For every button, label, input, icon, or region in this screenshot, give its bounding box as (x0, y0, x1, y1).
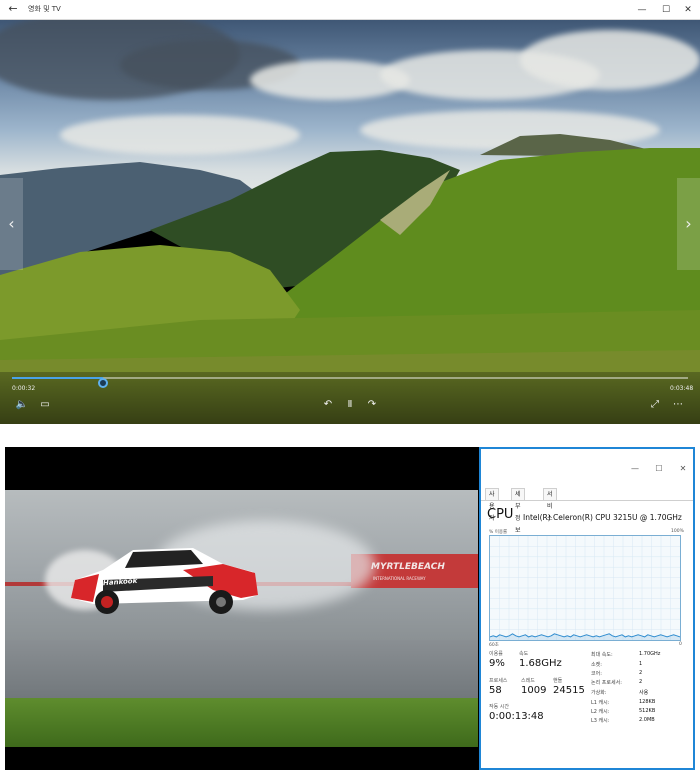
processes-value: 58 (489, 685, 502, 696)
graph-time-label: 60초 (489, 643, 499, 648)
maximize-button[interactable]: ☐ (654, 0, 678, 20)
front-rim (216, 597, 226, 607)
handles-value: 24515 (553, 685, 585, 696)
minimize-button[interactable]: — (627, 463, 643, 475)
processes-label: 프로세스 (489, 678, 508, 684)
spec-label: 논리 프로세서: (591, 680, 622, 686)
video-frame-mountains[interactable]: ‹ › 0:00:32 0:03:48 🔈 ▭ ↶ Ⅱ ↷ ⤢ ⋯ (0, 20, 700, 424)
current-time: 0:00:32 (12, 385, 36, 392)
back-arrow-icon[interactable]: ← (6, 2, 20, 16)
uptime-value: 0:00:13:48 (489, 711, 544, 722)
spec-label: 가상화: (591, 690, 607, 696)
utilization-label: 이용률 (489, 651, 503, 657)
tab-details[interactable]: 세부 정보 (511, 488, 525, 534)
title-bar: ← 영화 및 TV — ☐ ✕ (0, 0, 700, 20)
speed-value: 1.68GHz (519, 658, 562, 669)
seek-thumb[interactable] (97, 378, 108, 388)
landscape (0, 134, 700, 424)
next-arrow-button[interactable]: › (677, 178, 700, 270)
seek-bar-fill (12, 377, 103, 379)
seek-bar[interactable] (12, 377, 688, 388)
spec-value: 1.70GHz (639, 651, 661, 657)
second-screenshot: MYRTLEBEACH INTERNATIONAL RACEWAY Hankoo… (5, 447, 695, 770)
banner-subtext: INTERNATIONAL RACEWAY (373, 576, 426, 581)
close-button[interactable]: ✕ (675, 463, 691, 475)
spec-value: 2 (639, 679, 643, 685)
pause-icon[interactable]: Ⅱ (342, 397, 358, 413)
spec-value: 512KB (639, 708, 656, 714)
tab-services[interactable]: 서비스 (543, 488, 557, 522)
spec-value: 1 (639, 661, 643, 667)
spec-value: 사용 (639, 690, 649, 696)
race-track (5, 640, 478, 705)
threads-value: 1009 (521, 685, 547, 696)
task-manager-titlebar: — ☐ ✕ (481, 449, 693, 487)
subtitle-icon[interactable]: ▭ (37, 397, 53, 413)
spec-label: 코어: (591, 671, 602, 677)
forward-icon[interactable]: ↷ (364, 397, 380, 413)
spec-label: 최대 속도: (591, 652, 613, 658)
spec-label: 소켓: (591, 662, 602, 668)
banner-text: MYRTLEBEACH (371, 562, 445, 572)
drift-car (71, 548, 258, 614)
spec-label: L1 캐시: (591, 700, 610, 706)
cpu-graph-svg (489, 536, 681, 640)
cpu-performance-panel: CPU Intel(R) Celeron(R) CPU 3215U @ 1.70… (481, 500, 693, 768)
maximize-button[interactable]: ☐ (651, 463, 667, 475)
cpu-utilization-graph (489, 535, 681, 641)
handles-label: 핸들 (553, 678, 563, 684)
task-manager-window: — ☐ ✕ 사용자 세부 정보 서비스 CPU Intel(R) Celeron… (479, 447, 695, 770)
movies-tv-window: ← 영화 및 TV — ☐ ✕ ‹ › 0:00:32 0:03:48 🔈 ▭ … (0, 0, 700, 424)
tab-users[interactable]: 사용자 (485, 488, 499, 522)
video-frame-drift[interactable]: MYRTLEBEACH INTERNATIONAL RACEWAY Hankoo… (5, 490, 478, 747)
minimize-button[interactable]: — (630, 0, 654, 20)
rewind-icon[interactable]: ↶ (320, 397, 336, 413)
player-controls: 0:00:32 0:03:48 🔈 ▭ ↶ Ⅱ ↷ ⤢ ⋯ (0, 372, 700, 424)
rear-rim (101, 596, 113, 608)
volume-icon[interactable]: 🔈 (14, 397, 30, 413)
spec-value: 2.0MB (639, 717, 655, 723)
spec-label: L2 캐시: (591, 709, 610, 715)
spec-value: 2 (639, 670, 643, 676)
total-time: 0:03:48 (670, 385, 694, 392)
cpu-model: Intel(R) Celeron(R) CPU 3215U @ 1.70GHz (523, 513, 682, 522)
uptime-label: 작동 시간 (489, 704, 509, 710)
utilization-value: 9% (489, 658, 505, 669)
threads-label: 스레드 (521, 678, 535, 684)
graph-max-label: 100% (671, 529, 684, 534)
speed-label: 속도 (519, 651, 529, 657)
spec-label: L3 캐시: (591, 718, 610, 724)
close-button[interactable]: ✕ (676, 0, 700, 20)
fullscreen-icon[interactable]: ⤢ (647, 397, 663, 413)
spec-value: 128KB (639, 699, 656, 705)
grass (5, 698, 478, 747)
more-icon[interactable]: ⋯ (670, 397, 686, 413)
window-title: 영화 및 TV (28, 5, 61, 13)
graph-min-label: 0 (679, 642, 682, 647)
previous-arrow-button[interactable]: ‹ (0, 178, 23, 270)
cpu-title: CPU (487, 507, 514, 522)
